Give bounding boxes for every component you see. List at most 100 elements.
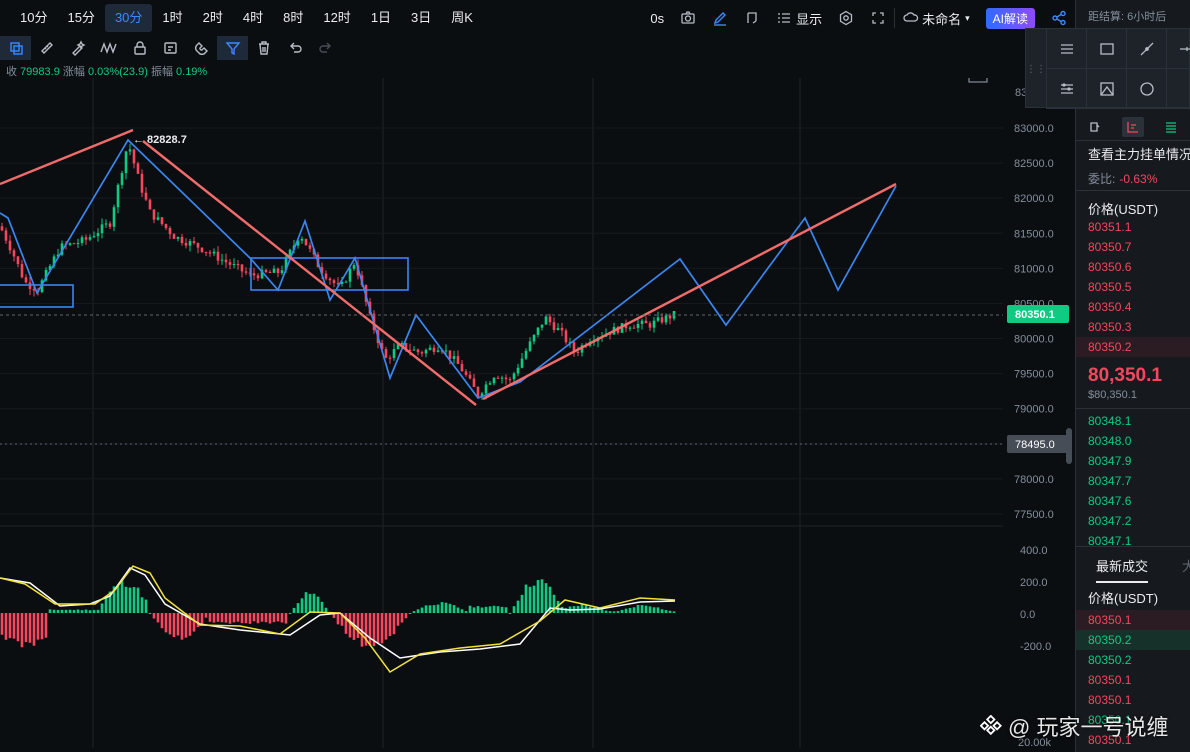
candle-body (544, 316, 548, 325)
macd-bar (80, 610, 84, 613)
orderbook-row[interactable]: 80347.7 (1076, 471, 1190, 491)
trendline-tool[interactable] (1126, 29, 1166, 69)
orderbook-row[interactable]: 80350.6 (1076, 257, 1190, 277)
lock-icon (133, 41, 146, 55)
horizontal-lines-tool[interactable] (1046, 29, 1086, 69)
interval-tab[interactable]: 15分 (57, 4, 104, 32)
interval-tab[interactable]: 周K (441, 4, 483, 32)
macd-tick-label: -200.0 (1020, 641, 1051, 653)
orderbook-row[interactable]: 80350.5 (1076, 277, 1190, 297)
macd-bar (268, 613, 272, 624)
edit-pen-icon[interactable] (704, 0, 736, 36)
horizontal-ray-icon (1179, 46, 1190, 51)
interval-tab[interactable]: 8时 (273, 4, 313, 32)
tool-note[interactable] (155, 36, 186, 60)
candle-body (304, 238, 308, 246)
layout-dropdown[interactable]: 未命名 ▾ (895, 0, 978, 36)
candle-body (628, 327, 632, 329)
hline-tool[interactable] (1166, 29, 1190, 69)
macd-bar (116, 585, 120, 613)
macd-bar (248, 613, 252, 624)
tool-delete[interactable] (248, 36, 279, 60)
tab-depth-view[interactable] (1122, 117, 1144, 137)
candle-body (232, 263, 236, 265)
chart-scrollbar[interactable] (1066, 428, 1072, 464)
macd-bar (76, 609, 80, 613)
timer-text: 0s (650, 10, 665, 26)
tool-ruler[interactable] (31, 36, 62, 60)
circle-tool[interactable] (1126, 69, 1166, 109)
orderbook-row[interactable]: 80347.1 (1076, 531, 1190, 551)
interval-tab[interactable]: 1日 (361, 4, 401, 32)
macd-bar (20, 613, 24, 648)
drag-handle-icon[interactable]: ⋮⋮ (1026, 29, 1046, 109)
macd-bar (220, 613, 224, 623)
panel-divider (1076, 408, 1190, 409)
tab-list-view[interactable] (1160, 117, 1182, 137)
candle-body (156, 217, 160, 220)
orderbook-row[interactable]: 80347.2 (1076, 511, 1190, 531)
orderbook-row[interactable]: 80350.3 (1076, 317, 1190, 337)
candle-body (668, 315, 672, 319)
tool-lock[interactable] (124, 36, 155, 60)
tool-pattern[interactable] (93, 36, 124, 60)
tool-select[interactable] (0, 36, 31, 60)
interval-list: 10分 15分 30分 1时 2时 4时 8时 12时 1日 3日 周K (0, 4, 483, 32)
orderbook-row[interactable]: 80351.1 (1076, 217, 1190, 237)
settings-gear-icon[interactable] (830, 0, 862, 36)
interval-tab[interactable]: 10分 (10, 4, 57, 32)
candle-body (268, 272, 272, 274)
tool-redo[interactable] (310, 36, 341, 60)
tab-both-sides[interactable] (1084, 117, 1106, 137)
candle-body (632, 327, 636, 329)
orderbook-row[interactable]: 80350.2 (1076, 337, 1190, 357)
chart-drawings: ← 82828.7 (0, 128, 1003, 445)
price-chart[interactable]: ← 82828.7 8383000.082500.082000.081500.0… (0, 78, 1075, 752)
orderbook-row[interactable]: 80347.6 (1076, 491, 1190, 511)
candle-body (16, 256, 20, 265)
panel-divider (1076, 190, 1190, 191)
candle-body (152, 209, 156, 220)
tab-recent-trades[interactable]: 最新成交 (1096, 556, 1149, 583)
circle-icon (1139, 81, 1154, 96)
orderbook-row[interactable]: 80350.7 (1076, 237, 1190, 257)
tool-magnet[interactable] (186, 36, 217, 60)
expand-chart-icon[interactable] (968, 78, 988, 83)
candle-body (488, 383, 492, 385)
change-value: 0.03%(23.9) (87, 66, 148, 78)
interval-tab[interactable]: 2时 (193, 4, 233, 32)
trade-row: 80350.1 (1088, 673, 1132, 687)
candle-body (116, 184, 120, 208)
rectangle-tool[interactable] (1086, 29, 1126, 69)
candle-body (520, 358, 524, 368)
fullscreen-icon[interactable] (862, 0, 894, 36)
macd-bar (40, 613, 44, 640)
chart-grid (0, 78, 1003, 748)
orderbook-row[interactable]: 80347.9 (1076, 451, 1190, 471)
fib-tool[interactable] (1046, 69, 1086, 109)
interval-tab[interactable]: 1时 (152, 4, 192, 32)
tool-brush[interactable] (62, 36, 93, 60)
display-button[interactable]: 显示 (768, 0, 830, 36)
more-tools[interactable] (1166, 69, 1190, 109)
macd-bar (472, 607, 476, 613)
main-orders-link[interactable]: 查看主力挂单情况 (1088, 144, 1190, 163)
interval-tab[interactable]: 30分 (104, 4, 153, 32)
candle-body (148, 199, 152, 210)
candle-body (432, 347, 436, 352)
camera-icon[interactable] (672, 0, 704, 36)
orderbook-row[interactable]: 80348.0 (1076, 431, 1190, 451)
orderbook-row[interactable]: 80348.1 (1076, 411, 1190, 431)
interval-tab[interactable]: 12时 (313, 4, 360, 32)
candle-body (452, 356, 456, 359)
tool-undo[interactable] (279, 36, 310, 60)
rectangle-icon (1099, 42, 1114, 55)
replay-icon[interactable] (736, 0, 768, 36)
tool-filter[interactable] (217, 36, 248, 60)
interval-tab[interactable]: 3日 (401, 4, 441, 32)
interval-tab[interactable]: 4时 (233, 4, 273, 32)
redo-icon (318, 42, 331, 53)
orderbook-row[interactable]: 80350.4 (1076, 297, 1190, 317)
tab-large-trades[interactable]: 大 (1182, 556, 1190, 575)
pattern-tool[interactable] (1086, 69, 1126, 109)
